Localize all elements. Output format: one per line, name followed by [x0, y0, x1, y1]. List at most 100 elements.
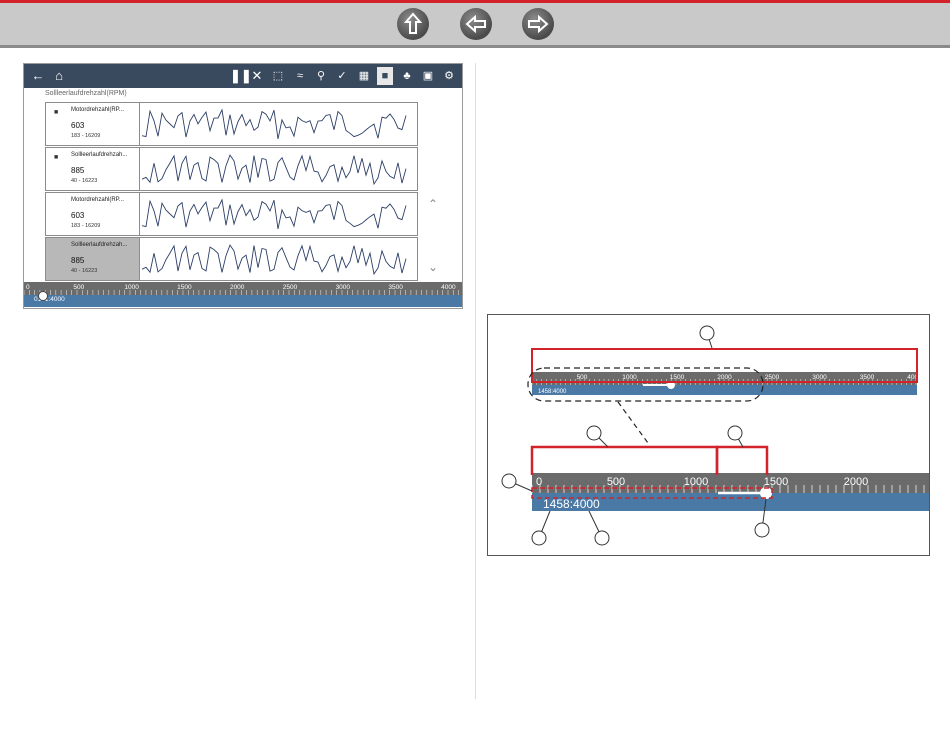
scale-label: 2500 [283, 284, 298, 291]
save-icon[interactable]: ▣ [420, 67, 436, 85]
scale-label: 2000 [230, 284, 245, 291]
large-position-readout: 1458:4000 [543, 497, 600, 511]
graph-icon[interactable]: ≈ [292, 67, 308, 85]
scale-label: 1500 [177, 284, 192, 291]
waveform-trace [141, 244, 407, 276]
scale-label: 1500 [764, 476, 788, 488]
waveform-trace [141, 198, 407, 229]
callout-marker [594, 530, 610, 546]
lock-icon: ■ [54, 154, 59, 161]
scale-label: 3500 [860, 374, 875, 381]
scale-label: 2000 [844, 476, 868, 488]
close-icon[interactable]: ✕ [250, 67, 264, 85]
scale-label: 3000 [812, 374, 827, 381]
pid-waveform [141, 154, 407, 186]
range-bracket-right [715, 445, 769, 475]
graph-view-screenshot: ← ⌂ ❚❚ ✕ ⬚ ≈ ⚲ ✓ ▦ ■ ♣ ▣ ⚙ Sollleerlaufd… [23, 63, 463, 309]
scale-label: 500 [607, 476, 625, 488]
scale-label: 0 [536, 476, 542, 488]
right-arrow-icon [528, 14, 549, 34]
position-slider-handle[interactable] [38, 291, 48, 301]
pid-name: Sollleerlaufdrehzah... [71, 242, 128, 248]
pid-waveform [141, 108, 407, 139]
scale-label: 500 [577, 374, 588, 381]
pid-value: 603 [71, 211, 85, 220]
pid-value: 603 [71, 121, 85, 130]
bell-icon[interactable]: ♣ [399, 67, 415, 85]
pid-graph-row[interactable]: Motordrehzahl(RP... 603 183 - 16209 [45, 192, 418, 236]
scale-label: 2500 [765, 374, 780, 381]
top-navigation-bar [0, 0, 950, 48]
scale-label: 0 [26, 284, 30, 291]
scale-label: 4000 [441, 284, 456, 291]
callout-marker [531, 530, 547, 546]
pid-name: Motordrehzahl(RP... [71, 107, 124, 113]
pid-label-panel: ■ Sollleerlaufdrehzah... 885 40 - 16223 [46, 148, 139, 190]
gear-icon[interactable]: ⚙ [441, 67, 457, 85]
pid-range: 183 - 16209 [71, 223, 101, 229]
range-bracket-left [530, 445, 719, 475]
position-bar[interactable]: 0171:4000 [24, 295, 462, 307]
pid-graph-row[interactable]: ■ Motordrehzahl(RP... 603 183 - 16209 [45, 102, 418, 146]
scroll-up-icon[interactable]: ⌃ [428, 197, 438, 211]
pid-graph-row[interactable]: Sollleerlaufdrehzah... 885 40 - 16223 [45, 237, 418, 281]
home-icon[interactable]: ⌂ [51, 67, 67, 85]
pid-waveform [141, 244, 407, 276]
pid-label-panel: Sollleerlaufdrehzah... 885 40 - 16223 [46, 238, 139, 280]
pid-value: 885 [71, 256, 85, 265]
graph-title: Sollleerlaufdrehzahl(RPM) [45, 90, 127, 97]
callout-marker [586, 425, 602, 441]
filter-icon[interactable]: ▦ [356, 67, 372, 85]
callout-marker [754, 522, 770, 538]
column-divider [475, 63, 476, 699]
pid-name: Motordrehzahl(RP... [71, 197, 124, 203]
magnify-icon[interactable]: ⚲ [314, 67, 328, 85]
scale-label: 4000 [907, 374, 922, 381]
small-position-readout: 1458:4000 [538, 389, 567, 395]
pid-value: 885 [71, 166, 85, 175]
callout-marker [727, 425, 743, 441]
slider-handle [760, 487, 772, 499]
scale-label: 3500 [388, 284, 403, 291]
pid-name: Sollleerlaufdrehzah... [71, 152, 128, 158]
scale-callout-diagram: 500 1000 1500 2000 2500 3000 3500 4000 1458:4000… [487, 314, 939, 556]
large-scale-bar [532, 473, 929, 493]
back-button[interactable] [460, 8, 492, 40]
pid-graph-row[interactable]: ■ Sollleerlaufdrehzah... 885 40 - 16223 [45, 147, 418, 191]
lock-icon[interactable]: ■ [377, 67, 393, 85]
scale-label: 1500 [670, 374, 685, 381]
pause-icon[interactable]: ❚❚ [230, 67, 252, 85]
waveform-trace [141, 108, 407, 139]
left-arrow-icon [465, 14, 486, 34]
scale-label: 1000 [684, 476, 708, 488]
top-accent-line [0, 0, 950, 3]
checklist-icon[interactable]: ✓ [334, 67, 350, 85]
scale-label: 500 [73, 284, 84, 291]
scale-label: 1000 [622, 374, 637, 381]
time-scale-ticks: 0 500 1000 1500 2000 2500 3000 3500 4000 [23, 284, 459, 295]
pid-waveform [141, 198, 407, 229]
small-position-bar [532, 385, 917, 395]
top-bar-shadow [0, 45, 950, 48]
pid-range: 40 - 16223 [71, 178, 98, 184]
home-up-button[interactable] [397, 8, 429, 40]
zoom-connector [617, 401, 649, 444]
pid-range: 40 - 16223 [71, 268, 98, 274]
zoom-fit-icon[interactable]: ⬚ [270, 67, 286, 85]
pid-label-panel: Motordrehzahl(RP... 603 183 - 16209 [46, 193, 139, 235]
scale-label: 3000 [336, 284, 351, 291]
scale-label: 1000 [124, 284, 139, 291]
up-arrow-icon [403, 12, 423, 34]
callout-marker [501, 473, 517, 489]
time-scale-bar[interactable]: 0 500 1000 1500 2000 2500 3000 3500 4000 [23, 282, 462, 295]
back-arrow-icon[interactable]: ← [30, 67, 46, 85]
screenshot-toolbar: ← ⌂ ❚❚ ✕ ⬚ ≈ ⚲ ✓ ▦ ■ ♣ ▣ ⚙ [24, 64, 462, 88]
scroll-down-icon[interactable]: ⌄ [428, 260, 438, 274]
forward-button[interactable] [522, 8, 554, 40]
callout-marker [699, 325, 715, 341]
pid-range: 183 - 16209 [71, 133, 101, 139]
scale-label: 2000 [717, 374, 732, 381]
diagram-graphic: 500 1000 1500 2000 2500 3000 3500 4000 1458:4000… [501, 325, 939, 546]
waveform-trace [141, 154, 407, 186]
pid-label-panel: ■ Motordrehzahl(RP... 603 183 - 16209 [46, 103, 139, 145]
